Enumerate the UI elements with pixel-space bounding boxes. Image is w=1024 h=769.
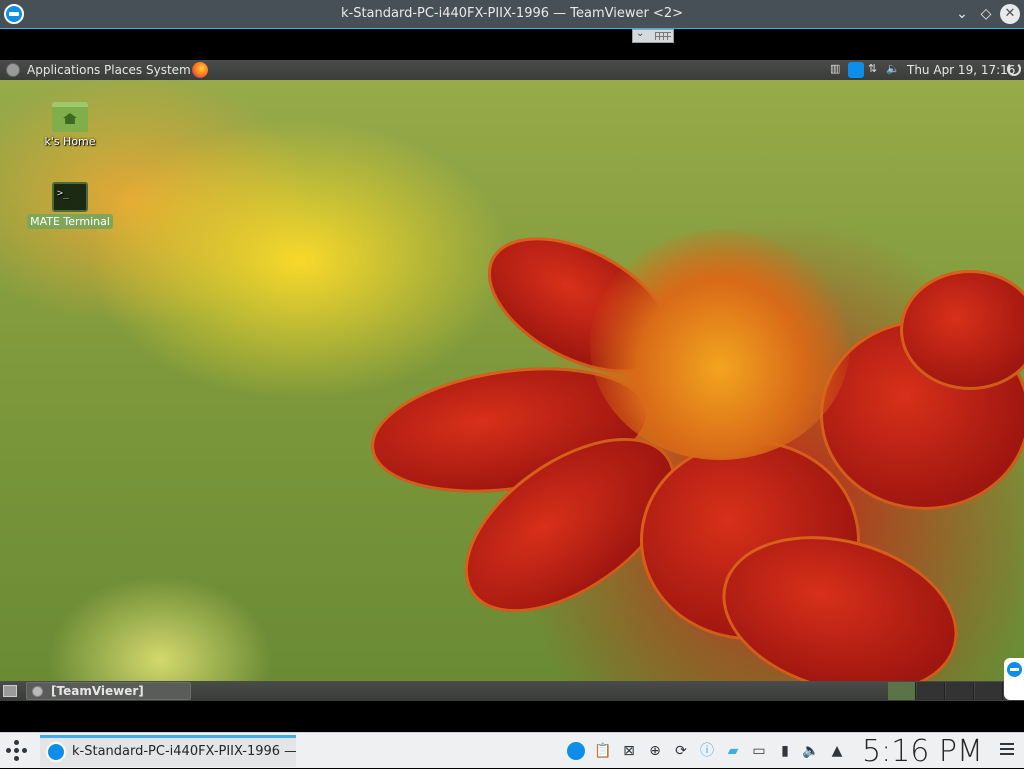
desktop-icon-label: k's Home <box>44 135 96 148</box>
menu-system[interactable]: System <box>146 63 191 77</box>
window-title: k-Standard-PC-i440FX-PIIX-1996 — TeamVie… <box>340 6 684 21</box>
terminal-icon: >_ <box>52 182 88 212</box>
power-icon[interactable] <box>1007 62 1021 76</box>
info-icon[interactable]: ⓘ <box>698 742 716 760</box>
mate-top-panel: Applications Places System ▥ ⇅ 🔈 Thu Apr… <box>0 60 1024 80</box>
update-icon[interactable]: ⊕ <box>646 742 664 760</box>
host-clock[interactable]: 5:16 PM <box>862 734 983 769</box>
maximize-button[interactable]: ◇ <box>976 4 996 24</box>
network-icon[interactable]: ⇅ <box>868 62 877 78</box>
volume-icon[interactable]: 🔈 <box>802 742 820 760</box>
teamviewer-icon <box>46 742 66 762</box>
workspace-1[interactable] <box>888 682 916 700</box>
desktop-icon-home[interactable]: k's Home <box>25 102 115 149</box>
keyboard-grid-icon[interactable] <box>655 32 671 40</box>
desktop-icon-terminal[interactable]: >_ MATE Terminal <box>25 182 115 229</box>
application-launcher-icon[interactable] <box>6 740 28 762</box>
close-button[interactable]: ✕ <box>1000 4 1020 24</box>
mate-bottom-panel: [TeamViewer] <box>0 681 1024 701</box>
network-icon[interactable]: ▭ <box>750 742 768 760</box>
teamviewer-icon <box>32 686 43 697</box>
taskbar-item-teamviewer[interactable]: k-Standard-PC-i440FX-PIIX-1996 —... <box>40 735 296 767</box>
teamviewer-side-tab[interactable] <box>1004 658 1024 700</box>
teamviewer-tray-icon[interactable] <box>848 62 864 78</box>
taskbar-item-teamviewer[interactable]: [TeamViewer] <box>26 682 191 700</box>
workspace-3[interactable] <box>946 682 974 700</box>
screenshot-icon[interactable]: ⊠ <box>620 742 638 760</box>
expand-tray-icon[interactable]: ▲ <box>828 742 846 760</box>
show-desktop-icon[interactable] <box>3 685 17 697</box>
clipboard-icon[interactable]: 📋 <box>594 742 612 760</box>
terminal-prompt: >_ <box>57 188 70 199</box>
teamviewer-toolbar-handle[interactable]: ⌄ <box>632 28 674 43</box>
mate-logo-icon[interactable] <box>6 63 20 77</box>
sync-icon[interactable]: ⟳ <box>672 742 690 760</box>
chevron-down-icon[interactable]: ⌄ <box>636 28 644 39</box>
chat-icon[interactable]: ▰ <box>724 742 742 760</box>
usb-icon[interactable]: ▮ <box>776 742 794 760</box>
menu-applications[interactable]: Applications <box>27 63 100 77</box>
home-folder-icon <box>52 102 88 132</box>
keyboard-layout-icon[interactable]: ▥ <box>830 62 840 78</box>
teamviewer-icon <box>1007 662 1022 677</box>
volume-icon[interactable]: 🔈 <box>886 62 900 78</box>
remote-clock[interactable]: Thu Apr 19, 17:16 <box>907 63 1015 77</box>
minimize-button[interactable]: ⌄ <box>952 4 972 24</box>
workspace-4[interactable] <box>975 682 1003 700</box>
panel-menu-icon[interactable] <box>1000 743 1014 757</box>
menu-places[interactable]: Places <box>104 63 142 77</box>
task-label: [TeamViewer] <box>51 684 144 698</box>
task-label: k-Standard-PC-i440FX-PIIX-1996 —... <box>72 744 296 759</box>
host-taskbar: k-Standard-PC-i440FX-PIIX-1996 —... 📋 ⊠ … <box>0 732 1024 769</box>
teamviewer-tray-icon[interactable] <box>567 742 585 760</box>
firefox-icon[interactable] <box>192 62 208 78</box>
desktop-icon-label: MATE Terminal <box>27 214 113 229</box>
remote-desktop[interactable]: Applications Places System ▥ ⇅ 🔈 Thu Apr… <box>0 60 1024 701</box>
workspace-2[interactable] <box>917 682 945 700</box>
host-window-titlebar[interactable]: k-Standard-PC-i440FX-PIIX-1996 — TeamVie… <box>0 0 1024 29</box>
desktop-wallpaper <box>0 80 1024 701</box>
flower-center <box>590 230 850 460</box>
